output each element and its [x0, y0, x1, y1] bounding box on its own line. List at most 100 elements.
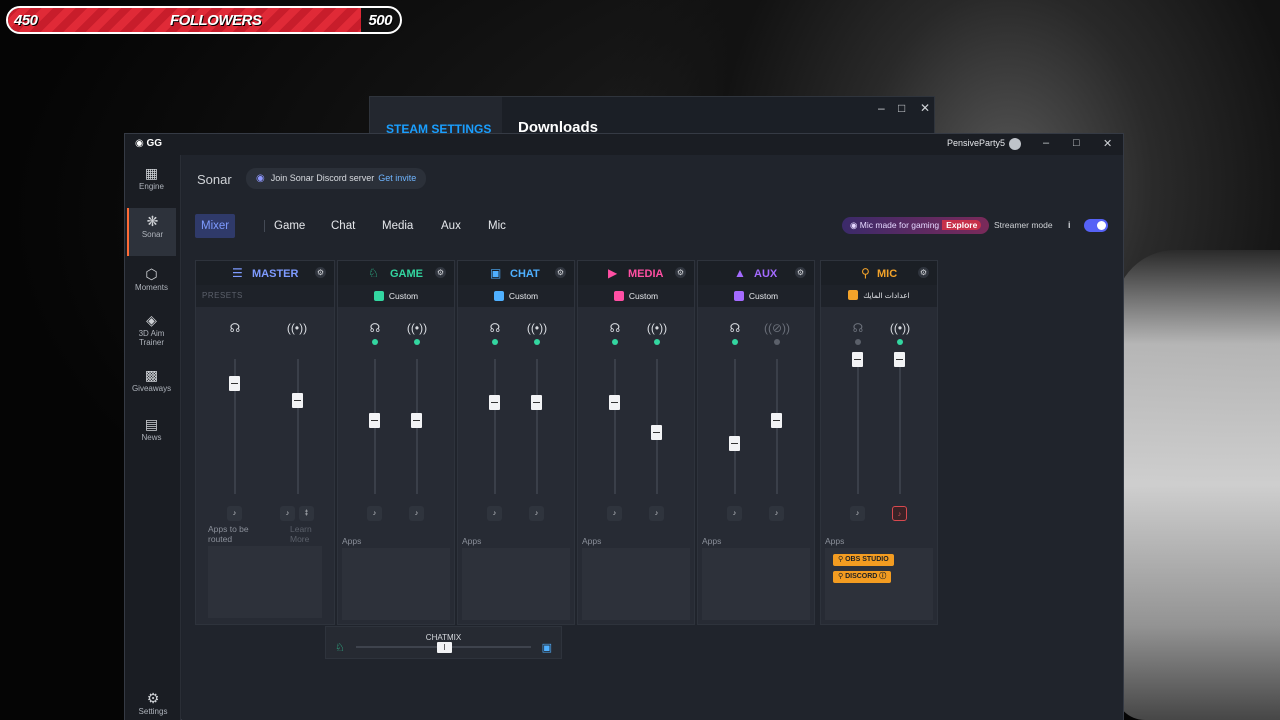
sidebar-item-engine[interactable]: ▦ Engine	[127, 160, 176, 208]
speaker-icon[interactable]: ♪	[649, 506, 664, 521]
apps-drop-area[interactable]	[702, 548, 810, 620]
preset-selector[interactable]: Custom	[698, 285, 814, 307]
speaker-icon[interactable]: ♪	[607, 506, 622, 521]
volume-slider-thumb[interactable]	[411, 412, 422, 428]
sidebar-item-label: 3D Aim Trainer	[138, 329, 165, 347]
apps-drop-area[interactable]	[462, 548, 570, 620]
speaker-icon[interactable]: ♪	[487, 506, 502, 521]
avatar[interactable]	[1009, 138, 1021, 150]
chatmix-control: CHATMIX ♘ I ▣	[325, 626, 562, 659]
preset-color-swatch	[733, 290, 744, 301]
channel-name: MASTER	[252, 268, 299, 280]
volume-track[interactable]	[614, 359, 616, 494]
tab-chat[interactable]: Chat	[331, 214, 355, 238]
speaker-icon[interactable]: ♪	[367, 506, 382, 521]
volume-slider-thumb[interactable]	[651, 424, 662, 440]
app-tag-discord[interactable]: ⚲ DISCORD ⓘ	[833, 571, 892, 583]
sonar-icon: ❋	[146, 213, 159, 229]
sidebar-item-moments[interactable]: ⬡ Moments	[127, 261, 176, 309]
streamer-mode-toggle[interactable]	[1084, 219, 1108, 232]
volume-track[interactable]	[494, 359, 496, 494]
tab-mic[interactable]: Mic	[488, 214, 506, 238]
volume-slider-thumb[interactable]	[292, 392, 303, 408]
learn-more-link[interactable]: Learn More	[290, 524, 320, 544]
volume-slider-thumb[interactable]	[609, 395, 620, 411]
apps-drop-area[interactable]	[582, 548, 690, 620]
volume-slider-thumb[interactable]	[531, 395, 542, 411]
volume-slider-thumb[interactable]	[229, 376, 240, 392]
gear-icon[interactable]: ⚙	[795, 267, 806, 278]
sidebar-item-label: News	[141, 433, 162, 442]
gear-icon[interactable]: ⚙	[555, 267, 566, 278]
mic-promo-text: Mic made for gaming	[859, 220, 940, 230]
sidebar-item-sonar[interactable]: ❋ Sonar	[127, 208, 176, 256]
followers-label: FOLLOWERS	[170, 12, 262, 29]
app-tag-obs[interactable]: ⚲ OBS STUDIO	[833, 554, 894, 566]
minimize-icon[interactable]: –	[878, 101, 885, 115]
volume-track[interactable]	[297, 359, 299, 494]
volume-slider-thumb[interactable]	[771, 412, 782, 428]
gear-icon[interactable]: ⚙	[435, 267, 446, 278]
speaker-icon[interactable]: ♪	[850, 506, 865, 521]
volume-slider-thumb[interactable]	[852, 352, 863, 367]
gear-icon[interactable]: ⚙	[918, 267, 929, 278]
speaker-icon[interactable]: ♪	[727, 506, 742, 521]
volume-track[interactable]	[857, 359, 859, 494]
preset-selector[interactable]: Custom	[458, 285, 574, 307]
discord-invite-banner[interactable]: ◉ Join Sonar Discord server Get invite	[246, 168, 427, 189]
steam-settings-window[interactable]: STEAM SETTINGS Downloads – □ ✕	[369, 96, 935, 137]
close-icon[interactable]: ✕	[1103, 137, 1112, 150]
preset-name: Custom	[748, 291, 779, 301]
speaker-icon[interactable]: ♪	[409, 506, 424, 521]
close-icon[interactable]: ✕	[920, 101, 930, 115]
gear-icon[interactable]: ⚙	[315, 267, 326, 278]
sidebar-item-label: Sonar	[141, 230, 164, 239]
maximize-icon[interactable]: □	[898, 101, 905, 115]
preset-color-swatch	[613, 290, 624, 301]
app-tag-label: DISCORD	[845, 573, 878, 580]
volume-slider-thumb[interactable]	[369, 412, 380, 428]
tab-mixer[interactable]: Mixer	[195, 214, 236, 238]
shapes-icon: ▲	[734, 266, 746, 280]
info-icon[interactable]: i	[1068, 220, 1071, 230]
background-figure-shoulder	[1115, 250, 1280, 720]
speaker-icon[interactable]: ♪	[227, 506, 242, 521]
volume-track[interactable]	[536, 359, 538, 494]
gear-icon[interactable]: ⚙	[675, 267, 686, 278]
apps-drop-area[interactable]: ⚲ OBS STUDIO ⚲ DISCORD ⓘ	[825, 548, 933, 620]
sidebar-item-settings[interactable]: ⚙ Settings	[125, 690, 181, 716]
sidebar-item-giveaways[interactable]: ▩ Giveaways	[127, 362, 176, 410]
get-invite-link[interactable]: Get invite	[378, 173, 416, 183]
chatmix-label: CHATMIX	[425, 633, 462, 642]
muted-speaker-icon[interactable]: ♪	[892, 506, 907, 521]
speaker-icon[interactable]: ♪	[769, 506, 784, 521]
speaker-icon[interactable]: ♪	[529, 506, 544, 521]
preset-selector[interactable]: اعدادات المايك	[821, 285, 937, 307]
minimize-icon[interactable]: –	[1043, 137, 1049, 149]
apps-drop-area[interactable]	[342, 548, 450, 620]
tab-aux[interactable]: Aux	[441, 214, 461, 238]
sidebar-item-news[interactable]: ▤ News	[127, 411, 176, 459]
preset-selector[interactable]: Custom	[578, 285, 694, 307]
volume-slider-thumb[interactable]	[729, 435, 740, 451]
preset-selector[interactable]: Custom	[338, 285, 454, 307]
volume-slider-thumb[interactable]	[894, 352, 905, 367]
title-bar: ◉ GG PensiveParty5 – □ ✕	[125, 134, 1123, 155]
volume-slider-thumb[interactable]	[489, 395, 500, 411]
username[interactable]: PensiveParty5	[947, 138, 1005, 148]
broadcast-icon: ((•))	[889, 321, 911, 335]
apps-drop-area[interactable]	[208, 546, 322, 618]
chatmix-slider-thumb[interactable]: I	[437, 642, 452, 653]
sidebar-item-aim-trainer[interactable]: ◈ 3D Aim Trainer	[127, 307, 176, 355]
ear-icon[interactable]: ‡	[299, 506, 314, 521]
volume-track[interactable]	[899, 359, 901, 494]
speaker-icon[interactable]: ♪	[280, 506, 295, 521]
channel-name: MEDIA	[628, 268, 664, 280]
tab-media[interactable]: Media	[382, 214, 413, 238]
apps-label: Apps	[825, 536, 845, 546]
tab-game[interactable]: Game	[274, 214, 305, 238]
explore-link[interactable]: Explore	[942, 220, 982, 230]
mic-promo-banner[interactable]: ◉ Mic made for gaming Explore	[842, 217, 990, 234]
maximize-icon[interactable]: □	[1073, 137, 1080, 149]
volume-track[interactable]	[734, 359, 736, 494]
